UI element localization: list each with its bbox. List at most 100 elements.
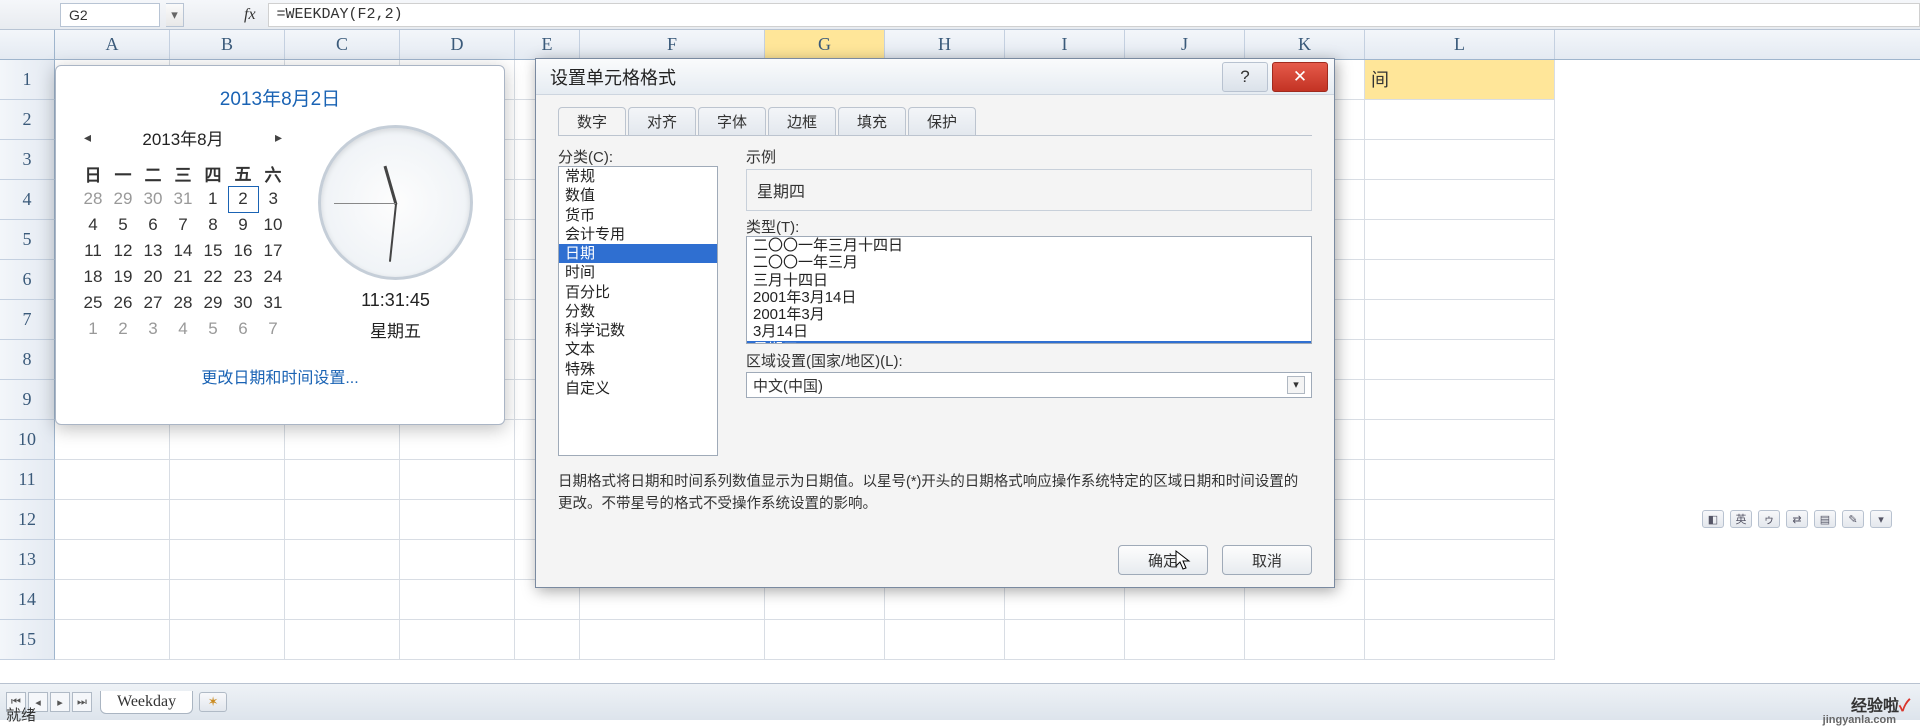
cell-C11[interactable] xyxy=(285,460,400,500)
chevron-down-icon[interactable]: ▾ xyxy=(1287,376,1305,394)
cell-L7[interactable] xyxy=(1365,300,1555,340)
row-header-13[interactable]: 13 xyxy=(0,540,55,580)
locale-select[interactable]: 中文(中国) ▾ xyxy=(746,372,1312,398)
cell-B10[interactable] xyxy=(170,420,285,460)
calendar-day[interactable]: 25 xyxy=(78,290,108,316)
column-header-C[interactable]: C xyxy=(285,30,400,59)
cell-K15[interactable] xyxy=(1245,620,1365,660)
column-header-B[interactable]: B xyxy=(170,30,285,59)
calendar-grid[interactable]: 日一二三四五六282930311234567891011121314151617… xyxy=(78,160,288,342)
close-button[interactable]: ✕ xyxy=(1272,62,1328,92)
row-header-8[interactable]: 8 xyxy=(0,340,55,380)
calendar-day[interactable]: 6 xyxy=(138,212,168,238)
column-header-F[interactable]: F xyxy=(580,30,765,59)
category-item[interactable]: 自定义 xyxy=(559,379,717,398)
calendar-day[interactable]: 9 xyxy=(228,212,258,238)
tab-2[interactable]: 字体 xyxy=(698,107,766,135)
calendar-day[interactable]: 11 xyxy=(78,238,108,264)
new-sheet-button[interactable]: ✶ xyxy=(199,692,227,712)
calendar-day[interactable]: 30 xyxy=(138,186,168,212)
category-item[interactable]: 时间 xyxy=(559,263,717,282)
column-header-K[interactable]: K xyxy=(1245,30,1365,59)
cell-A10[interactable] xyxy=(55,420,170,460)
tool-icon-3[interactable]: ゥ xyxy=(1758,510,1780,528)
cell-A13[interactable] xyxy=(55,540,170,580)
column-header-E[interactable]: E xyxy=(515,30,580,59)
cell-B15[interactable] xyxy=(170,620,285,660)
column-header-L[interactable]: L xyxy=(1365,30,1555,59)
type-item[interactable]: 2001年3月14日 xyxy=(747,289,1311,306)
calendar-day[interactable]: 24 xyxy=(258,264,288,290)
calendar-day[interactable]: 19 xyxy=(108,264,138,290)
calendar-day[interactable]: 27 xyxy=(138,290,168,316)
tool-icon-7[interactable]: ▾ xyxy=(1870,510,1892,528)
dialog-titlebar[interactable]: 设置单元格格式 ? ✕ xyxy=(536,59,1334,95)
next-month-icon[interactable]: ▸ xyxy=(269,127,288,148)
calendar-day[interactable]: 7 xyxy=(168,212,198,238)
cell-C15[interactable] xyxy=(285,620,400,660)
calendar-day[interactable]: 31 xyxy=(168,186,198,212)
calendar-day[interactable]: 17 xyxy=(258,238,288,264)
cell-L13[interactable] xyxy=(1365,540,1555,580)
cell-C14[interactable] xyxy=(285,580,400,620)
cell-B11[interactable] xyxy=(170,460,285,500)
calendar-day[interactable]: 29 xyxy=(108,186,138,212)
prev-month-icon[interactable]: ◂ xyxy=(78,127,97,148)
tab-3[interactable]: 边框 xyxy=(768,107,836,135)
column-header-I[interactable]: I xyxy=(1005,30,1125,59)
category-item[interactable]: 特殊 xyxy=(559,360,717,379)
calendar-day[interactable]: 22 xyxy=(198,264,228,290)
row-header-9[interactable]: 9 xyxy=(0,380,55,420)
change-date-time-link[interactable]: 更改日期和时间设置... xyxy=(78,364,482,388)
type-item[interactable]: 二〇〇一年三月十四日 xyxy=(747,237,1311,254)
cell-L10[interactable] xyxy=(1365,420,1555,460)
calendar-day[interactable]: 5 xyxy=(108,212,138,238)
fx-icon[interactable]: fx xyxy=(244,6,256,24)
cell-L2[interactable] xyxy=(1365,100,1555,140)
calendar-day[interactable]: 1 xyxy=(198,186,228,212)
calendar-day[interactable]: 6 xyxy=(228,316,258,342)
cell-A11[interactable] xyxy=(55,460,170,500)
column-header-A[interactable]: A xyxy=(55,30,170,59)
category-item[interactable]: 科学记数 xyxy=(559,321,717,340)
calendar-day[interactable]: 3 xyxy=(258,186,288,212)
cell-L15[interactable] xyxy=(1365,620,1555,660)
category-item[interactable]: 货币 xyxy=(559,206,717,225)
calendar-day[interactable]: 10 xyxy=(258,212,288,238)
tool-icon-2[interactable]: 英 xyxy=(1730,510,1752,528)
calendar-day[interactable]: 4 xyxy=(168,316,198,342)
tool-icon-4[interactable]: ⇄ xyxy=(1786,510,1808,528)
calendar-day[interactable]: 8 xyxy=(198,212,228,238)
cell-L4[interactable] xyxy=(1365,180,1555,220)
cell-L6[interactable] xyxy=(1365,260,1555,300)
cell-L9[interactable] xyxy=(1365,380,1555,420)
row-header-14[interactable]: 14 xyxy=(0,580,55,620)
category-item[interactable]: 百分比 xyxy=(559,283,717,302)
category-item[interactable]: 数值 xyxy=(559,186,717,205)
row-header-15[interactable]: 15 xyxy=(0,620,55,660)
row-header-7[interactable]: 7 xyxy=(0,300,55,340)
next-sheet-icon[interactable]: ▸ xyxy=(50,692,70,712)
calendar-day[interactable]: 26 xyxy=(108,290,138,316)
cell-J15[interactable] xyxy=(1125,620,1245,660)
tab-4[interactable]: 填充 xyxy=(838,107,906,135)
calendar-day[interactable]: 2 xyxy=(108,316,138,342)
calendar-day[interactable]: 14 xyxy=(168,238,198,264)
tab-5[interactable]: 保护 xyxy=(908,107,976,135)
cell-H15[interactable] xyxy=(885,620,1005,660)
column-header-H[interactable]: H xyxy=(885,30,1005,59)
category-item[interactable]: 文本 xyxy=(559,340,717,359)
name-box[interactable]: G2 xyxy=(60,3,160,27)
cell-D12[interactable] xyxy=(400,500,515,540)
row-header-3[interactable]: 3 xyxy=(0,140,55,180)
calendar-day[interactable]: 13 xyxy=(138,238,168,264)
calendar-day[interactable]: 29 xyxy=(198,290,228,316)
select-all-corner[interactable] xyxy=(0,30,55,59)
ok-button[interactable]: 确定 xyxy=(1118,545,1208,575)
cell-A12[interactable] xyxy=(55,500,170,540)
column-header-J[interactable]: J xyxy=(1125,30,1245,59)
cell-C10[interactable] xyxy=(285,420,400,460)
cell-I15[interactable] xyxy=(1005,620,1125,660)
cell-L5[interactable] xyxy=(1365,220,1555,260)
row-header-11[interactable]: 11 xyxy=(0,460,55,500)
